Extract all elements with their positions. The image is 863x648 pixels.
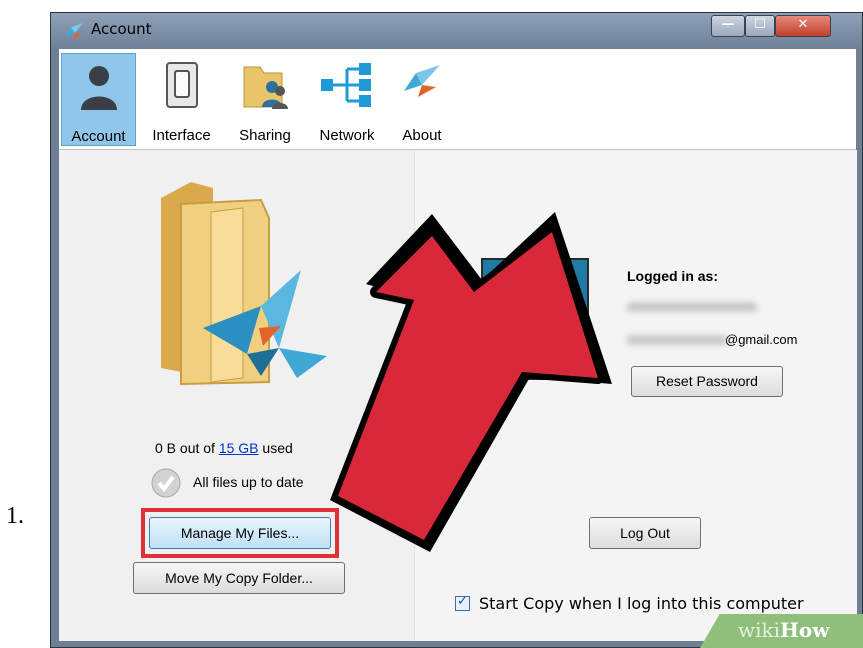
check-icon: ✓ — [457, 594, 468, 609]
copy-logo-icon — [65, 23, 83, 39]
minimize-icon: — — [721, 17, 735, 32]
network-icon — [321, 63, 371, 107]
tab-sharing[interactable]: Sharing — [229, 53, 301, 146]
watermark-how: How — [780, 618, 830, 642]
email-domain: @gmail.com — [725, 332, 798, 347]
settings-toolbar: Account Interface Sharing Network About — [59, 49, 856, 150]
sync-status-text: All files up to date — [193, 474, 304, 490]
tab-label: Interface — [152, 127, 211, 144]
person-icon — [80, 66, 117, 110]
tab-label: Network — [319, 127, 375, 144]
copy-folder-illustration — [161, 182, 327, 386]
close-button[interactable]: ✕ — [775, 15, 831, 37]
account-window: Account — ☐ ✕ Account Interface Sharing … — [50, 12, 863, 648]
profile-pane: Logged in as: @gmail.com Reset Password … — [414, 150, 857, 641]
maximize-button[interactable]: ☐ — [745, 15, 775, 37]
tab-label: Account — [71, 128, 126, 145]
step-number: 1. — [6, 503, 24, 529]
reset-password-button[interactable]: Reset Password — [631, 366, 783, 397]
account-panel: 0 B out of 15 GB used All files up to da… — [59, 150, 857, 641]
log-out-button[interactable]: Log Out — [589, 517, 701, 549]
minimize-button[interactable]: — — [711, 15, 745, 37]
close-icon: ✕ — [797, 17, 809, 32]
blurred-email-user — [627, 335, 727, 345]
shared-folder-icon — [243, 66, 288, 109]
usage-prefix: 0 B out of — [155, 440, 219, 456]
copy-logo-icon — [404, 65, 440, 97]
storage-usage: 0 B out of 15 GB used — [155, 440, 293, 456]
logged-in-label: Logged in as: — [627, 268, 718, 284]
usage-suffix: used — [258, 440, 293, 456]
start-copy-label: Start Copy when I log into this computer — [479, 594, 804, 613]
wikihow-watermark: wikiHow — [738, 618, 829, 642]
tab-about[interactable]: About — [391, 53, 453, 146]
window-title: Account — [91, 20, 152, 38]
switch-icon — [165, 62, 198, 108]
maximize-icon: ☐ — [754, 17, 766, 32]
watermark-wiki: wiki — [738, 618, 781, 642]
title-bar[interactable]: Account — ☐ ✕ — [51, 13, 862, 49]
move-copy-folder-button[interactable]: Move My Copy Folder... — [133, 562, 345, 594]
tab-label: About — [402, 127, 442, 144]
blurred-user-name — [627, 302, 757, 312]
storage-quota-link[interactable]: 15 GB — [219, 440, 259, 456]
manage-my-files-button[interactable]: Manage My Files... — [149, 517, 331, 549]
tab-label: Sharing — [239, 127, 291, 144]
avatar — [481, 258, 589, 380]
checkmark-icon — [151, 468, 181, 498]
tab-interface[interactable]: Interface — [144, 53, 219, 146]
start-copy-checkbox[interactable]: ✓ — [455, 594, 470, 611]
tab-account[interactable]: Account — [61, 53, 136, 146]
tab-network[interactable]: Network — [309, 53, 385, 146]
